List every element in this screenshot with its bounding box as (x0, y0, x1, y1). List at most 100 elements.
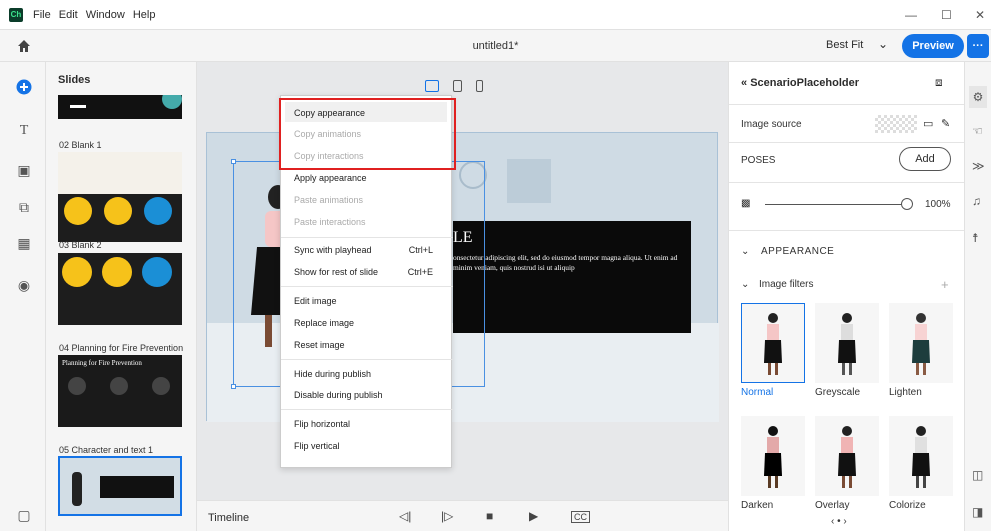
slides-panel: Slides 02 Blank 1 03 Blank 2 04 Planning… (46, 62, 197, 531)
image-source-label: Image source (741, 119, 802, 130)
minimize-icon[interactable]: — (905, 8, 917, 22)
menu-flip-horizontal[interactable]: Flip horizontal (294, 419, 350, 429)
animations-icon[interactable]: ≫ (972, 159, 985, 173)
chevron-down-icon[interactable]: ⌄ (741, 279, 749, 290)
image-source-preview[interactable] (875, 115, 917, 133)
widgets-icon[interactable]: ▦ (15, 234, 33, 252)
highlight-box (279, 98, 456, 170)
menu-disable-publish[interactable]: Disable during publish (294, 390, 383, 400)
right-rail: ⚙ ☜ ≫ ♫ ☨ ◫ ◨ (964, 62, 991, 531)
menu-apply-appearance[interactable]: Apply appearance (294, 173, 367, 183)
zoom-select[interactable]: Best Fit (826, 39, 863, 51)
add-icon[interactable] (15, 78, 33, 96)
menu-flip-vertical[interactable]: Flip vertical (294, 441, 340, 451)
slide-thumbnail[interactable] (58, 253, 182, 325)
stop-icon[interactable]: ■ (486, 509, 493, 523)
interactions-icon[interactable]: ☜ (972, 124, 983, 138)
filter-normal-label: Normal (741, 387, 774, 398)
folder-icon[interactable]: ▭ (923, 117, 933, 130)
menu-replace-image[interactable]: Replace image (294, 318, 354, 328)
step-back-icon[interactable]: ◁| (399, 509, 411, 523)
filter-lighten-label: Lighten (889, 387, 922, 398)
properties-icon[interactable]: ⚙ (969, 86, 987, 108)
opacity-slider-handle[interactable] (901, 198, 913, 210)
audio-icon[interactable]: ♫ (972, 194, 981, 208)
menu-help[interactable]: Help (133, 9, 156, 21)
menu-bar: Ch File Edit Window Help — ☐ ✕ (0, 0, 991, 30)
filter-colorize-thumb[interactable] (889, 416, 953, 496)
opacity-icon: ▩ (741, 198, 751, 209)
menu-window[interactable]: Window (86, 9, 125, 21)
filter-normal-thumb[interactable] (741, 303, 805, 383)
panel-title: « ScenarioPlaceholder (741, 77, 860, 89)
record-icon[interactable]: ◉ (15, 276, 33, 294)
header-bar: untitled1* Best Fit ⌄ Preview ··· (0, 30, 991, 62)
close-icon[interactable]: ✕ (975, 8, 985, 22)
presenter-icon[interactable]: ⧈ (935, 75, 943, 90)
stage-canvas[interactable]: LE onsectetur adipiscing elit, sed do ei… (197, 62, 728, 500)
add-pose-button[interactable]: Add (899, 147, 951, 171)
cc-icon[interactable]: CC (571, 511, 590, 523)
menu-hide-publish[interactable]: Hide during publish (294, 369, 371, 379)
add-filter-icon[interactable]: + (941, 277, 949, 292)
slide-thumbnail[interactable] (58, 152, 182, 242)
phone-icon[interactable] (476, 80, 483, 92)
menu-file[interactable]: File (33, 9, 51, 21)
text-box[interactable]: LE onsectetur adipiscing elit, sed do ei… (453, 221, 691, 333)
slide-label: 05 Character and text 1 (59, 445, 154, 455)
tablet-icon[interactable] (453, 80, 462, 92)
chevron-down-icon[interactable]: ⌄ (741, 246, 749, 257)
filter-overlay-label: Overlay (815, 500, 850, 511)
desktop-icon[interactable] (425, 80, 439, 92)
menu-sync-playhead[interactable]: Sync with playhead (294, 245, 372, 255)
thumb-title: Planning for Fire Prevention (62, 359, 142, 367)
filter-darken-thumb[interactable] (741, 416, 805, 496)
timeline-label: Timeline (208, 512, 250, 524)
properties-panel: « ScenarioPlaceholder ⧈ Image source ▭ ✎… (728, 62, 965, 531)
bookmark-icon[interactable]: ◨ (972, 505, 983, 519)
slide-thumbnail[interactable]: Planning for Fire Prevention (58, 355, 182, 427)
maximize-icon[interactable]: ☐ (941, 8, 952, 22)
media-icon[interactable]: ▣ (15, 161, 33, 179)
play-icon[interactable]: ▶ (529, 509, 538, 523)
shapes-icon[interactable]: ⧉ (15, 198, 33, 216)
slide-label: 02 Blank 1 (59, 140, 102, 150)
filter-overlay-thumb[interactable] (815, 416, 879, 496)
panel-toggle-icon[interactable]: ◫ (972, 468, 983, 482)
filter-greyscale-label: Greyscale (815, 387, 861, 398)
image-filters-label[interactable]: Image filters (759, 279, 813, 290)
more-options-button[interactable]: ··· (967, 34, 989, 58)
opacity-value: 100% (925, 199, 951, 210)
poses-label: POSES (741, 155, 776, 166)
slides-heading: Slides (58, 74, 91, 86)
filter-greyscale-thumb[interactable] (815, 303, 879, 383)
edit-icon[interactable]: ✎ (941, 117, 950, 130)
device-toggle (425, 80, 483, 92)
left-tool-rail: T ▣ ⧉ ▦ ◉ ▢ (0, 62, 46, 531)
menu-edit[interactable]: Edit (59, 9, 78, 21)
text-icon[interactable]: T (15, 122, 33, 140)
slide-thumbnail[interactable] (58, 95, 182, 119)
step-forward-icon[interactable]: |▷ (441, 509, 453, 523)
app-logo-icon: Ch (9, 7, 23, 22)
preview-button[interactable]: Preview (902, 34, 964, 58)
slide-thumbnail-selected[interactable] (58, 456, 182, 516)
opacity-slider[interactable] (765, 204, 903, 205)
menu-edit-image[interactable]: Edit image (294, 296, 337, 306)
menu-paste-interactions[interactable]: Paste interactions (294, 217, 366, 227)
accessibility-icon[interactable]: ☨ (972, 231, 979, 245)
menu-paste-animations[interactable]: Paste animations (294, 195, 363, 205)
chevron-down-icon[interactable]: ⌄ (878, 37, 888, 51)
filter-lighten-thumb[interactable] (889, 303, 953, 383)
window-shape (507, 159, 551, 203)
shortcut-ctrl-e: Ctrl+E (407, 267, 433, 277)
slide-body: onsectetur adipiscing elit, sed do eiusm… (453, 253, 678, 272)
carousel-pager[interactable]: ‹ • › (831, 516, 847, 527)
appearance-heading[interactable]: APPEARANCE (761, 246, 834, 257)
shortcut-ctrl-l: Ctrl+L (408, 245, 433, 255)
filter-colorize-label: Colorize (889, 500, 926, 511)
menu-show-rest[interactable]: Show for rest of slide (294, 267, 378, 277)
menu-reset-image[interactable]: Reset image (294, 340, 345, 350)
slide-label: 04 Planning for Fire Prevention (59, 343, 184, 353)
panel-toggle-icon[interactable]: ▢ (15, 506, 33, 524)
